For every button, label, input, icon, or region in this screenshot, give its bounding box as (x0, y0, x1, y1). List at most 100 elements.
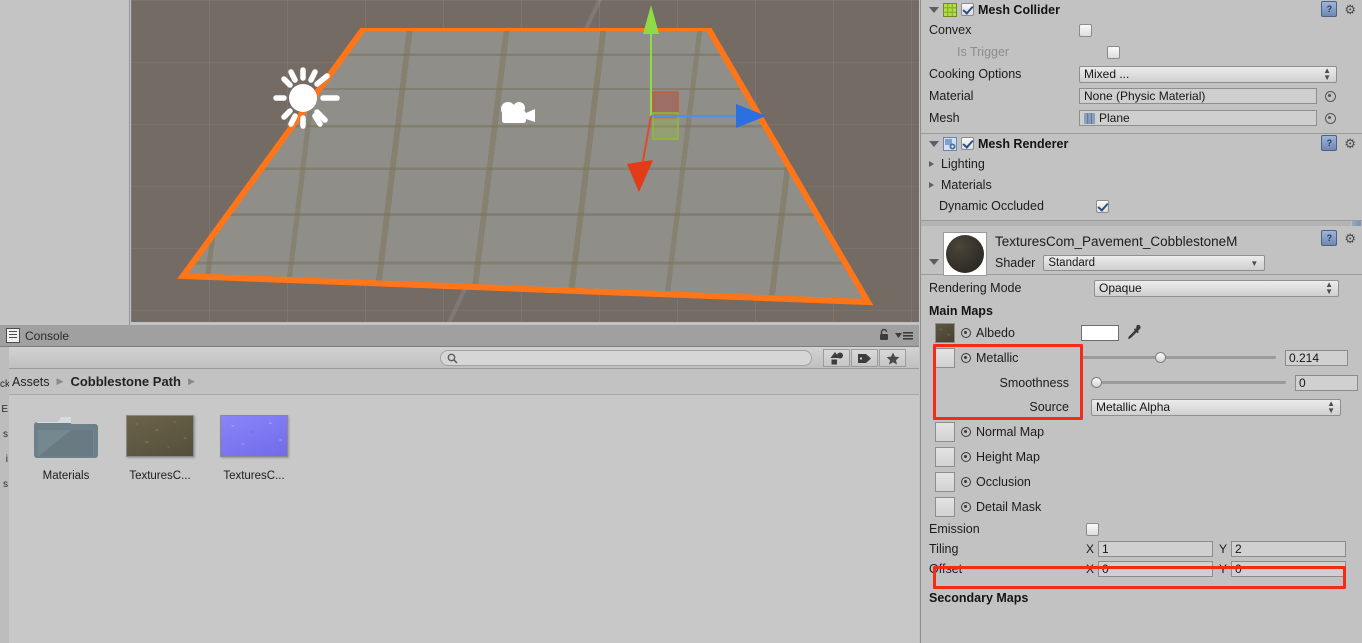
component-mesh-collider: Mesh Collider ? ⚙ Convex Is Trigger Cook… (921, 0, 1362, 134)
asset-item-texture-normal[interactable]: TexturesC... (214, 409, 294, 482)
albedo-color-swatch[interactable] (1081, 324, 1119, 341)
row-material[interactable]: Material None (Physic Material) (921, 85, 1362, 107)
rendering-mode-dropdown[interactable]: Opaque ▲ ▼ (1094, 279, 1339, 297)
detail-mask-label: Detail Mask (976, 499, 1042, 514)
tab-console[interactable]: Console (0, 325, 80, 346)
material-label: Material (929, 89, 974, 103)
search-icon (447, 353, 458, 364)
foldout-arrow-icon[interactable] (929, 6, 939, 13)
foldout-lighting[interactable]: Lighting (921, 153, 1362, 174)
filter-by-label-button[interactable] (851, 349, 878, 367)
source-label: Source (1029, 400, 1069, 414)
offset-y-field[interactable]: 0 (1231, 561, 1347, 577)
metallic-value-field[interactable]: 0.214 (1285, 349, 1348, 366)
folder-icon (32, 409, 100, 463)
offset-x-value: 0 (1102, 562, 1109, 576)
row-mesh[interactable]: Mesh Plane (921, 107, 1362, 129)
hierarchy-panel[interactable] (0, 0, 130, 325)
material-picker-icon[interactable] (1325, 90, 1336, 102)
offset-y-value: 0 (1235, 562, 1242, 576)
help-icon[interactable]: ? (1321, 230, 1338, 246)
material-preview (943, 232, 987, 276)
height-map-toggle-icon[interactable] (961, 451, 971, 462)
clipped-left-panel-text: ck E s i s (0, 347, 9, 643)
inspector-panel[interactable]: Mesh Collider ? ⚙ Convex Is Trigger Cook… (920, 0, 1362, 643)
foldout-arrow-icon[interactable] (929, 140, 939, 147)
shader-dropdown[interactable]: Standard ▼ (1043, 255, 1266, 271)
foldout-arrow-icon[interactable] (929, 259, 939, 265)
gear-icon[interactable]: ⚙ (1344, 3, 1356, 16)
lock-icon[interactable] (878, 328, 890, 341)
emission-checkbox[interactable] (1086, 522, 1099, 536)
breadcrumb-item-assets[interactable]: Assets (12, 375, 50, 389)
search-input[interactable] (462, 351, 796, 365)
gear-icon[interactable]: ⚙ (1344, 137, 1356, 150)
asset-item-materials[interactable]: Materials (26, 409, 106, 482)
albedo-texture-slot[interactable] (935, 322, 955, 343)
source-dropdown[interactable]: Metallic Alpha ▲ ▼ (1091, 398, 1341, 416)
eyedropper-icon[interactable] (1125, 324, 1142, 341)
convex-checkbox[interactable] (1079, 23, 1092, 37)
search-input-wrapper[interactable] (440, 350, 812, 366)
help-icon[interactable]: ? (1321, 1, 1338, 17)
dynamic-occluded-checkbox[interactable] (1096, 199, 1109, 213)
mesh-collider-header[interactable]: Mesh Collider ? ⚙ (921, 0, 1362, 19)
metallic-toggle-icon[interactable] (961, 352, 971, 363)
row-albedo[interactable]: Albedo (921, 320, 1362, 345)
metallic-slider[interactable] (1081, 351, 1276, 365)
row-height-map[interactable]: Height Map (921, 444, 1362, 469)
row-rendering-mode[interactable]: Rendering Mode Opaque ▲ ▼ (921, 275, 1362, 301)
breadcrumb-item-cobblestone-path[interactable]: Cobblestone Path (70, 374, 181, 389)
mesh-objectfield[interactable]: Plane (1079, 110, 1317, 126)
mesh-renderer-header[interactable]: Mesh Renderer ? ⚙ (921, 134, 1362, 153)
normal-map-toggle-icon[interactable] (961, 426, 971, 437)
detail-mask-toggle-icon[interactable] (961, 501, 971, 512)
metallic-texture-slot[interactable] (935, 347, 955, 368)
row-detail-mask[interactable]: Detail Mask (921, 494, 1362, 519)
slider-knob[interactable] (1091, 377, 1102, 388)
favorites-button[interactable] (879, 349, 906, 367)
row-cooking-options[interactable]: Cooking Options Mixed ... ▲ ▼ (921, 63, 1362, 85)
normal-map-texture-slot[interactable] (935, 421, 955, 442)
gear-icon[interactable]: ⚙ (1344, 232, 1356, 245)
smoothness-slider[interactable] (1091, 376, 1286, 390)
hamburger-menu-icon[interactable] (895, 330, 913, 340)
emission-label: Emission (929, 522, 980, 536)
row-dynamic-occluded[interactable]: Dynamic Occluded (921, 195, 1362, 217)
mesh-collider-enabled-checkbox[interactable] (961, 3, 974, 16)
project-panel[interactable]: Assets ▶ Cobblestone Path ▶ Materials Te… (0, 347, 919, 643)
asset-item-texture-albedo[interactable]: TexturesC... (120, 409, 200, 482)
occlusion-texture-slot[interactable] (935, 471, 955, 492)
directional-light-icon[interactable] (271, 62, 343, 134)
foldout-arrow-icon[interactable] (929, 181, 934, 188)
mesh-picker-icon[interactable] (1325, 112, 1336, 124)
detail-mask-texture-slot[interactable] (935, 496, 955, 517)
scene-view[interactable] (131, 0, 919, 322)
offset-x-field[interactable]: 0 (1098, 561, 1214, 577)
tiling-y-field[interactable]: 2 (1231, 541, 1347, 557)
row-emission[interactable]: Emission (921, 519, 1362, 539)
cooking-options-dropdown[interactable]: Mixed ... ▲ ▼ (1079, 65, 1337, 83)
slider-knob[interactable] (1155, 352, 1167, 363)
material-objectfield[interactable]: None (Physic Material) (1079, 88, 1317, 104)
camera-icon[interactable] (497, 98, 539, 128)
foldout-arrow-icon[interactable] (929, 160, 934, 167)
mesh-renderer-enabled-checkbox[interactable] (961, 137, 974, 150)
filter-by-type-button[interactable] (823, 349, 850, 367)
tiling-x-field[interactable]: 1 (1098, 541, 1214, 557)
occlusion-toggle-icon[interactable] (961, 476, 971, 487)
albedo-toggle-icon[interactable] (961, 327, 971, 338)
row-tiling[interactable]: Tiling X 1 Y 2 (921, 539, 1362, 559)
smoothness-value-field[interactable]: 0 (1295, 374, 1358, 391)
breadcrumb-chevron-icon: ▶ (56, 376, 64, 386)
row-offset[interactable]: Offset X 0 Y 0 (921, 559, 1362, 579)
row-convex[interactable]: Convex (921, 19, 1362, 41)
row-smoothness[interactable]: Smoothness 0 (921, 370, 1362, 395)
row-normal-map[interactable]: Normal Map (921, 419, 1362, 444)
row-occlusion[interactable]: Occlusion (921, 469, 1362, 494)
row-metallic[interactable]: Metallic 0.214 (921, 345, 1362, 370)
help-icon[interactable]: ? (1321, 135, 1338, 151)
foldout-materials[interactable]: Materials (921, 174, 1362, 195)
row-source[interactable]: Source Metallic Alpha ▲ ▼ (921, 395, 1362, 419)
height-map-texture-slot[interactable] (935, 446, 955, 467)
